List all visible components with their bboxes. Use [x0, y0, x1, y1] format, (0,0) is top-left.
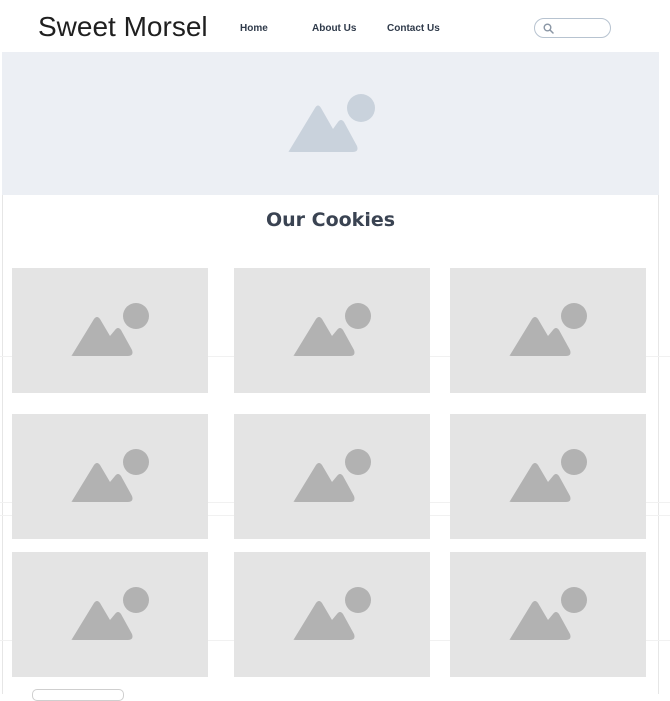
site-logo[interactable]: Sweet Morsel — [38, 11, 208, 43]
image-placeholder-icon — [288, 94, 375, 152]
search-icon — [543, 23, 554, 34]
image-placeholder-icon — [293, 587, 371, 640]
product-card-image[interactable] — [12, 268, 208, 393]
product-card-image[interactable] — [234, 268, 430, 393]
nav-about-link[interactable]: About Us — [312, 23, 356, 34]
image-placeholder-icon — [509, 303, 587, 356]
product-card-image[interactable] — [12, 414, 208, 539]
product-card-image[interactable] — [12, 552, 208, 677]
section-title: Our Cookies — [265, 209, 396, 231]
product-card-image[interactable] — [450, 552, 646, 677]
product-card-image[interactable] — [450, 414, 646, 539]
product-card-image[interactable] — [450, 268, 646, 393]
image-placeholder-icon — [509, 587, 587, 640]
product-card-image[interactable] — [234, 414, 430, 539]
nav-contact-link[interactable]: Contact Us — [387, 23, 440, 34]
image-placeholder-icon — [71, 449, 149, 502]
image-placeholder-icon — [509, 449, 587, 502]
nav-home-link[interactable]: Home — [240, 23, 268, 34]
search-input[interactable] — [534, 18, 611, 38]
partial-button[interactable] — [32, 689, 124, 701]
product-card-image[interactable] — [234, 552, 430, 677]
hero-banner — [2, 52, 659, 195]
image-placeholder-icon — [293, 449, 371, 502]
image-placeholder-icon — [293, 303, 371, 356]
image-placeholder-icon — [71, 303, 149, 356]
top-navbar: Sweet Morsel Home About Us Contact Us — [2, 5, 659, 52]
image-placeholder-icon — [71, 587, 149, 640]
